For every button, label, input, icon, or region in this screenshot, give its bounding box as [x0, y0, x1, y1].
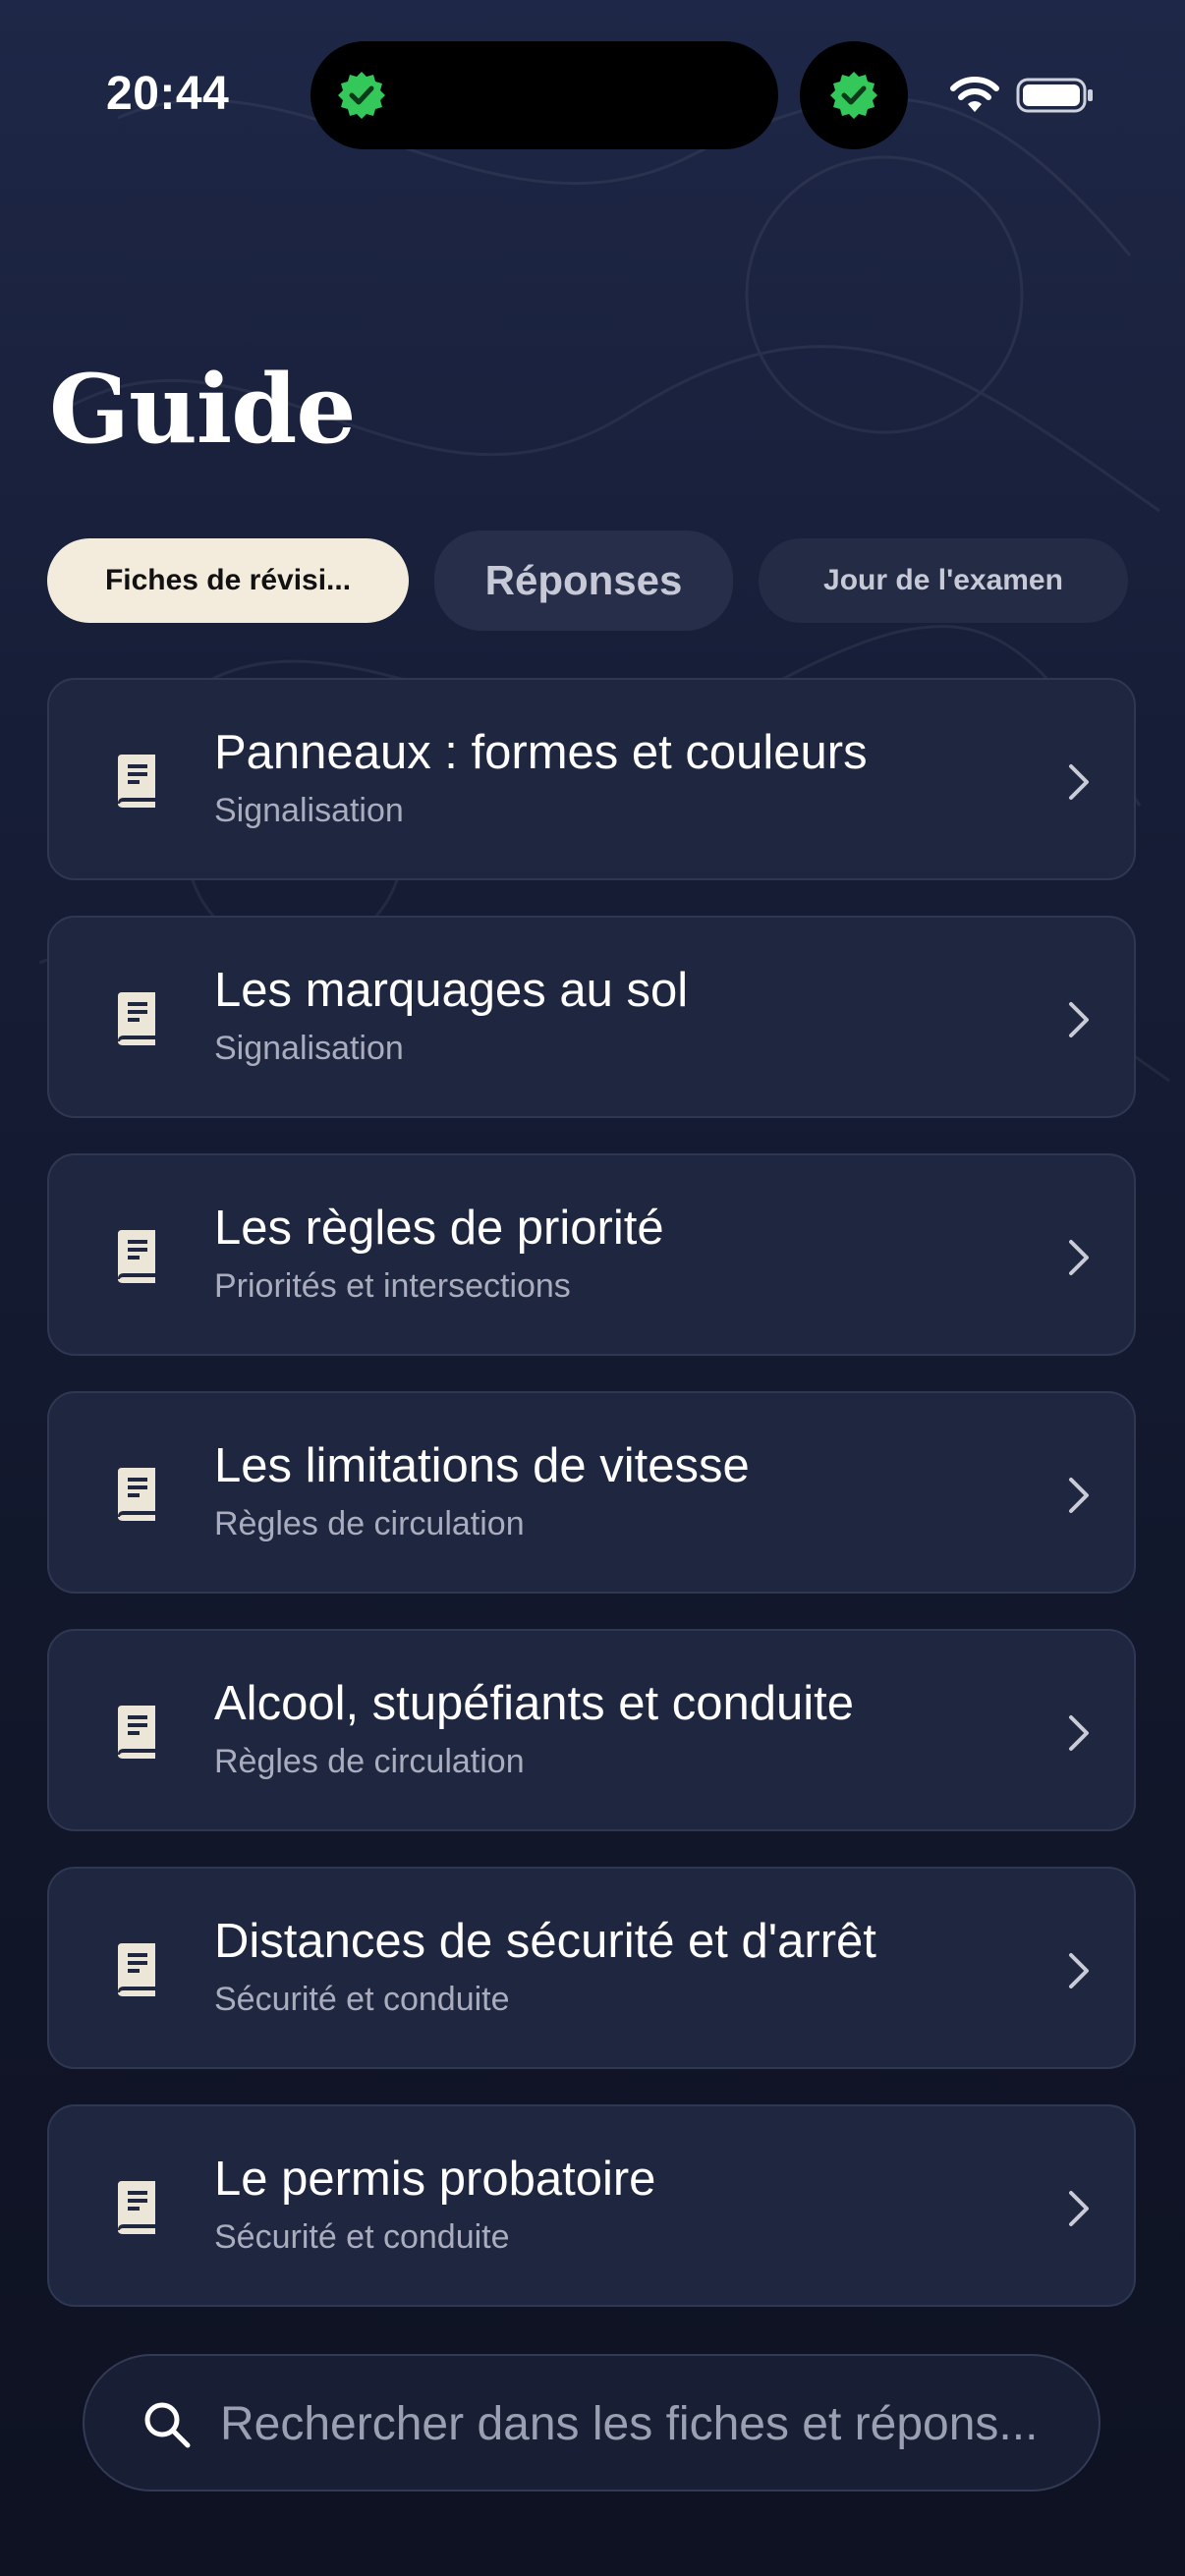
- tab-label: Réponses: [484, 557, 683, 603]
- book-icon: [118, 755, 155, 808]
- book-icon: [118, 2181, 155, 2234]
- list-item[interactable]: Les règles de priorité Priorités et inte…: [47, 1153, 1136, 1356]
- status-time: 20:44: [106, 68, 230, 120]
- list-item[interactable]: Les limitations de vitesse Règles de cir…: [47, 1391, 1136, 1594]
- item-title: Distances de sécurité et d'arrêt: [214, 1915, 876, 1968]
- book-icon: [118, 1230, 155, 1283]
- book-icon: [118, 992, 155, 1045]
- tab-label: Fiches de révisi...: [104, 564, 352, 596]
- item-title: Les marquages au sol: [214, 964, 689, 1017]
- chevron-right-icon: [1069, 1715, 1089, 1751]
- chevron-right-icon: [1069, 1478, 1089, 1513]
- list-item[interactable]: Panneaux : formes et couleurs Signalisat…: [47, 678, 1136, 880]
- tab-answers[interactable]: Réponses: [434, 531, 733, 631]
- page-title: Guide: [49, 354, 356, 465]
- item-title: Le permis probatoire: [214, 2153, 656, 2206]
- list-item[interactable]: Alcool, stupéfiants et conduite Règles d…: [47, 1629, 1136, 1831]
- item-title: Alcool, stupéfiants et conduite: [214, 1677, 855, 1730]
- battery-icon: [1016, 78, 1093, 113]
- verified-badge-icon: [338, 72, 385, 119]
- item-category: Règles de circulation: [214, 1743, 525, 1780]
- search-input[interactable]: Rechercher dans les fiches et répons...: [83, 2354, 1100, 2492]
- item-title: Panneaux : formes et couleurs: [214, 726, 868, 779]
- dynamic-island-activity: [800, 41, 908, 149]
- book-icon: [118, 1943, 155, 1996]
- item-category: Signalisation: [214, 1030, 404, 1067]
- verified-badge-icon: [830, 72, 877, 119]
- book-icon: [118, 1468, 155, 1521]
- chevron-right-icon: [1069, 1953, 1089, 1988]
- tab-label: Jour de l'examen: [823, 564, 1063, 596]
- item-category: Signalisation: [214, 792, 404, 829]
- tab-exam-day[interactable]: Jour de l'examen: [759, 538, 1128, 623]
- item-title: Les règles de priorité: [214, 1202, 664, 1255]
- item-category: Sécurité et conduite: [214, 1981, 510, 2018]
- list-item[interactable]: Distances de sécurité et d'arrêt Sécurit…: [47, 1867, 1136, 2069]
- search-placeholder: Rechercher dans les fiches et répons...: [220, 2398, 1039, 2450]
- list-item[interactable]: Les marquages au sol Signalisation: [47, 916, 1136, 1118]
- item-category: Sécurité et conduite: [214, 2218, 510, 2256]
- dynamic-island: [310, 41, 778, 149]
- chevron-right-icon: [1069, 2191, 1089, 2226]
- item-category: Priorités et intersections: [214, 1267, 571, 1305]
- status-bar: 20:44: [0, 0, 1185, 196]
- book-icon: [118, 1706, 155, 1759]
- search-icon: [144, 2402, 191, 2448]
- chevron-right-icon: [1069, 1240, 1089, 1275]
- tab-bar: Fiches de révisi... Réponses Jour de l'e…: [47, 531, 1138, 631]
- chevron-right-icon: [1069, 1002, 1089, 1037]
- list-item[interactable]: Le permis probatoire Sécurité et conduit…: [47, 2104, 1136, 2307]
- tab-revision-sheets[interactable]: Fiches de révisi...: [47, 538, 409, 623]
- chevron-right-icon: [1069, 764, 1089, 800]
- item-category: Règles de circulation: [214, 1505, 525, 1542]
- item-title: Les limitations de vitesse: [214, 1439, 750, 1492]
- wifi-icon: [950, 77, 999, 112]
